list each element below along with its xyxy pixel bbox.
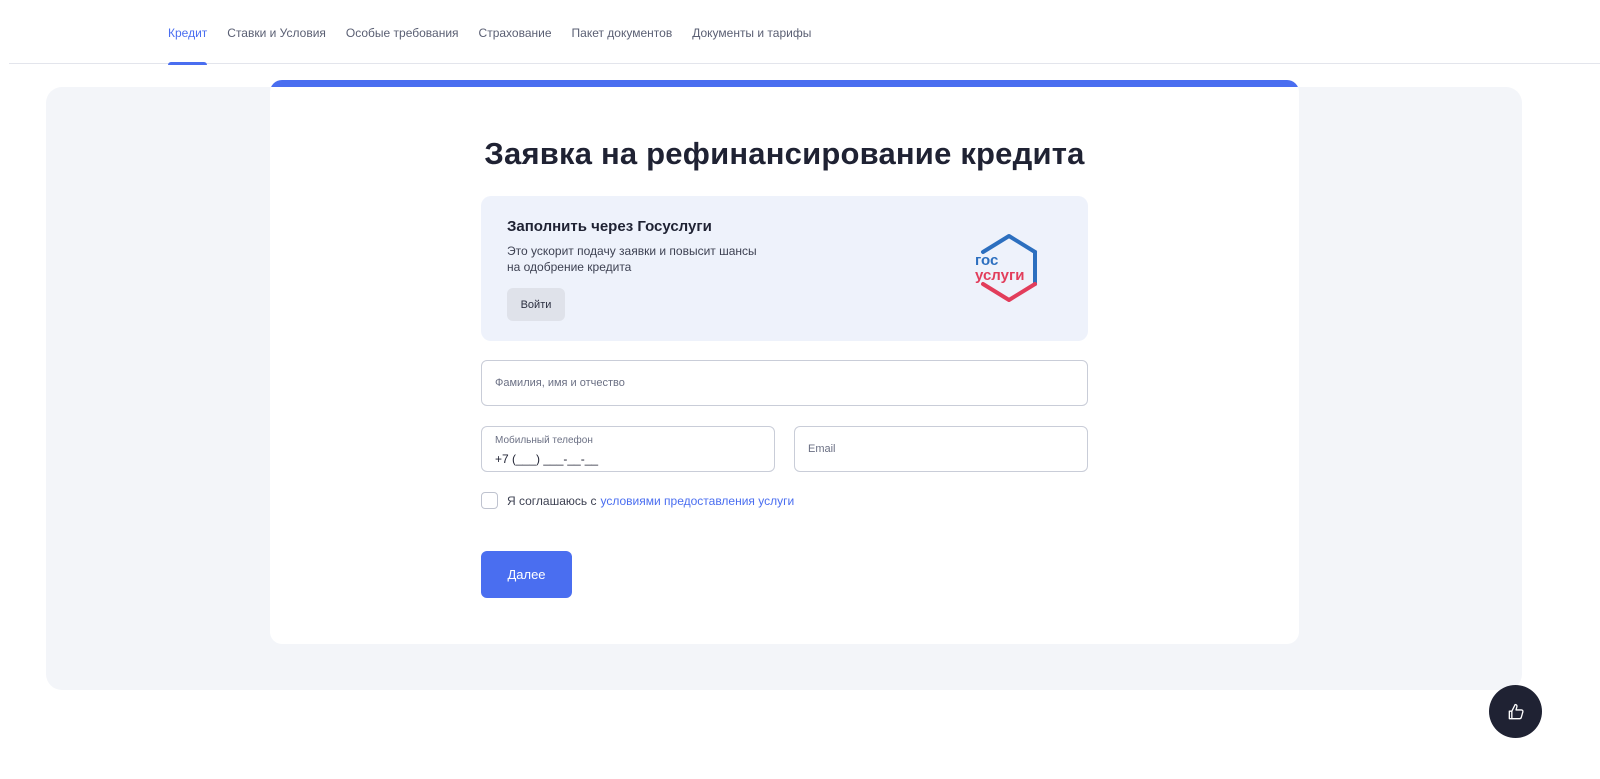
gosuslugi-panel: Заполнить через Госуслуги Это ускорит по… bbox=[481, 196, 1088, 341]
fio-field bbox=[481, 360, 1088, 406]
tab-documents-and-tariffs[interactable]: Документы и тарифы bbox=[692, 0, 811, 64]
svg-text:услуги: услуги bbox=[975, 267, 1024, 284]
gosuslugi-description: Это ускорит подачу заявки и повысит шанс… bbox=[507, 244, 757, 274]
phone-label: Мобильный телефон bbox=[495, 435, 593, 446]
phone-field: Мобильный телефон bbox=[481, 426, 775, 472]
card-accent-bar bbox=[270, 80, 1299, 87]
phone-input[interactable] bbox=[495, 451, 765, 467]
page-title: Заявка на рефинансирование кредита bbox=[484, 136, 1085, 171]
consent-row: Я соглашаюсь с условиями предоставления … bbox=[481, 492, 794, 509]
email-input[interactable] bbox=[808, 427, 1078, 471]
gosuslugi-login-button[interactable]: Войти bbox=[507, 288, 565, 321]
gosuslugi-title: Заполнить через Госуслуги bbox=[507, 218, 712, 235]
consent-text: Я соглашаюсь с bbox=[507, 493, 597, 508]
tab-special-requirements[interactable]: Особые требования bbox=[346, 0, 459, 64]
consent-checkbox[interactable] bbox=[481, 492, 498, 509]
tab-rates-and-conditions[interactable]: Ставки и Условия bbox=[227, 0, 326, 64]
tab-documents-package[interactable]: Пакет документов bbox=[572, 0, 673, 64]
feedback-button[interactable] bbox=[1489, 685, 1542, 738]
tab-credit[interactable]: Кредит bbox=[168, 0, 208, 65]
next-button[interactable]: Далее bbox=[481, 551, 572, 598]
consent-terms-link[interactable]: условиями предоставления услуги bbox=[600, 494, 794, 508]
top-navigation: Кредит Ставки и Условия Особые требовани… bbox=[9, 0, 1600, 65]
fio-input[interactable] bbox=[495, 361, 1075, 405]
thumbs-up-icon bbox=[1508, 703, 1524, 719]
tabs: Кредит Ставки и Условия Особые требовани… bbox=[168, 0, 811, 65]
tab-insurance[interactable]: Страхование bbox=[479, 0, 552, 64]
email-field bbox=[794, 426, 1088, 472]
gosuslugi-logo: гос услуги bbox=[975, 234, 1037, 302]
application-card: Заявка на рефинансирование кредита Запол… bbox=[270, 80, 1299, 644]
